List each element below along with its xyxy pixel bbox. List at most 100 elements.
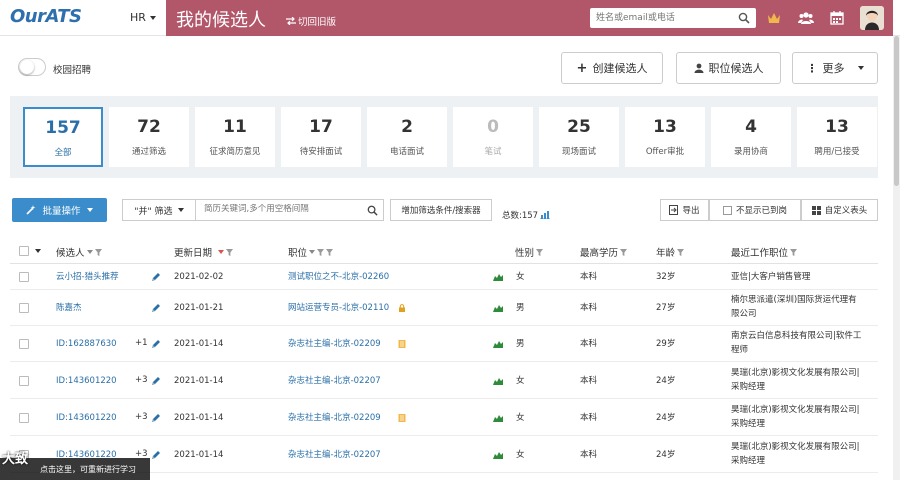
sort-desc-icon[interactable] [218,250,225,254]
job-link[interactable]: 杂志社主编-北京-02209 [288,338,381,350]
stat-card[interactable]: 157 全部 [23,107,103,167]
avatar[interactable] [860,6,884,30]
hide-arrived-checkbox[interactable] [722,205,732,215]
stat-card[interactable]: 0 笔试 [453,107,533,167]
custom-header-button[interactable]: 自定义表头 [801,199,878,221]
stat-card[interactable]: 17 待安排面试 [281,107,361,167]
campus-toggle[interactable] [18,58,46,76]
row-checkbox[interactable] [19,339,29,349]
ourats-logo[interactable]: OurATS [10,6,82,30]
user-icon [694,63,703,73]
edit-icon[interactable] [151,376,161,386]
chart-icon[interactable] [493,340,503,348]
education-value: 本科 [580,450,598,460]
candidate-name-link[interactable]: ID:143601220 [56,412,117,424]
table-row[interactable]: 云小招-猎头推荐 2021-02-02 测试职位之不-北京-02260 女 本科 32岁 亚… [10,264,878,290]
filter-icon[interactable] [620,248,628,256]
age-value: 27岁 [656,303,676,313]
search-icon[interactable] [367,205,378,216]
job-link[interactable]: 杂志社主编-北京-02207 [288,449,381,461]
stat-card[interactable]: 72 通过筛选 [109,107,189,167]
education-value: 本科 [580,339,598,349]
bulk-action-button[interactable]: 批量操作 [12,198,107,222]
filter-icon[interactable] [317,248,325,256]
filter-icon[interactable] [536,248,544,256]
stat-card[interactable]: 25 现场面试 [539,107,619,167]
candidate-name-link[interactable]: ID:162887630 [56,338,117,350]
col-education[interactable]: 最高学历 [580,245,628,259]
edit-icon[interactable] [151,413,161,423]
switch-old-version-link[interactable]: 切回旧版 [286,14,336,28]
scrollbar-thumb[interactable] [894,36,899,186]
job-link[interactable]: 测试职位之不-北京-02260 [288,271,389,283]
table-row[interactable]: ID:162887630 +1 2021-01-14 杂志社主编-北京-02209 男 本… [10,326,878,362]
job-link[interactable]: 杂志社主编-北京-02207 [288,375,381,387]
calendar-icon[interactable] [829,10,845,26]
edit-icon[interactable] [151,450,161,460]
stat-card[interactable]: 13 Offer审批 [625,107,705,167]
add-filter-button[interactable]: 增加筛选条件/搜索器 [390,199,492,221]
chart-icon[interactable] [540,211,551,219]
stat-card[interactable]: 2 电话面试 [367,107,447,167]
chevron-down-icon[interactable] [35,249,41,253]
chart-icon[interactable] [493,414,503,422]
row-checkbox[interactable] [19,376,29,386]
crown-icon[interactable] [766,10,782,26]
filter-icon[interactable] [226,248,234,256]
search-icon[interactable] [738,12,750,24]
chart-icon[interactable] [493,377,503,385]
role-select[interactable]: HR [130,11,156,24]
edit-icon[interactable] [151,339,161,349]
hide-arrived-toggle[interactable]: 不显示已到岗 [709,199,801,221]
export-button[interactable]: 导出 [660,199,709,221]
filter-icon[interactable] [677,248,685,256]
job-candidates-button[interactable]: 职位候选人 [676,52,781,84]
col-age[interactable]: 年龄 [656,245,685,259]
stat-card[interactable]: 11 征求简历意见 [195,107,275,167]
table-row[interactable]: ID:143601220 +3 2021-01-14 杂志社主编-北京-02209 女 本… [10,399,878,436]
chart-icon[interactable] [493,273,503,281]
job-link[interactable]: 杂志社主编-北京-02209 [288,412,381,424]
row-checkbox[interactable] [19,272,29,282]
col-recent-job[interactable]: 最近工作职位 [731,245,798,259]
stat-card[interactable]: 13 聘用/已接受 [797,107,877,167]
filter-icon[interactable] [326,248,334,256]
header-search [590,8,756,28]
edit-icon[interactable] [151,303,161,313]
total-count: 总数:157 [502,209,551,221]
page-scrollbar[interactable] [893,36,900,480]
header-search-input[interactable] [596,11,736,25]
candidate-name-link[interactable]: 云小招-猎头推荐 [56,271,119,283]
sort-icon[interactable] [309,250,316,254]
filter-logic-select[interactable]: "并" 筛选 [122,199,196,221]
select-all-checkbox[interactable] [19,246,29,256]
more-jobs-badge[interactable]: +1 [135,338,148,348]
edit-icon[interactable] [151,272,161,282]
filter-icon[interactable] [94,248,102,256]
row-checkbox[interactable] [19,303,29,313]
col-updated[interactable]: 更新日期 [174,245,234,259]
chart-icon[interactable] [493,451,503,459]
col-gender[interactable]: 性别 [515,245,544,259]
col-job[interactable]: 职位 [288,245,334,259]
sort-icon[interactable] [86,250,93,254]
chart-icon[interactable] [493,304,503,312]
more-jobs-badge[interactable]: +3 [135,375,148,385]
candidate-name-link[interactable]: ID:143601220 [56,375,117,387]
job-link[interactable]: 网站运营专员-北京-02110 [288,302,389,314]
create-candidate-button[interactable]: + 创建候选人 [561,52,663,84]
recent-job-value: 南京云白信息科技有限公司|软件工 [731,331,862,341]
switch-old-label: 切回旧版 [298,17,337,28]
team-icon[interactable] [798,10,814,26]
keyword-input[interactable] [204,204,364,214]
age-value: 24岁 [656,450,676,460]
more-button[interactable]: ⋮ 更多 [792,52,878,84]
row-checkbox[interactable] [19,413,29,423]
more-jobs-badge[interactable]: +3 [135,412,148,422]
col-candidate[interactable]: 候选人 [56,245,102,259]
filter-icon[interactable] [790,248,798,256]
candidate-name-link[interactable]: 陈嘉杰 [56,302,82,314]
table-row[interactable]: ID:143601220 +3 2021-01-14 杂志社主编-北京-02207 女 本… [10,362,878,399]
stat-card[interactable]: 4 录用协商 [711,107,791,167]
table-row[interactable]: 陈嘉杰 2021-01-21 网站运营专员-北京-02110 男 本科 27岁 楠尔思派遣(… [10,290,878,326]
